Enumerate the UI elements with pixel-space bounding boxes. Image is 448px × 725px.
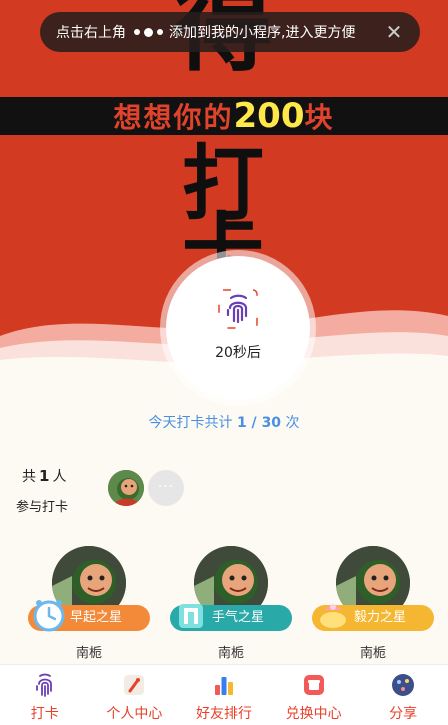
slogan-prefix: 想想你的: [113, 101, 234, 134]
gift-icon: [179, 604, 203, 628]
add-to-miniprogram-toast: 点击右上角 添加到我的小程序,进入更方便 ✕: [40, 12, 420, 52]
participant-label: 参与打卡: [16, 500, 69, 515]
summary-prefix: 今天打卡共计: [148, 415, 237, 431]
star-title: 毅力之星: [354, 610, 407, 625]
summary-total: 30: [261, 415, 282, 431]
bottom-tab-bar: 打卡 个人中心 好友排行 兑换中心 分享: [0, 664, 448, 725]
star-card-early[interactable]: 早起之星 南栀: [28, 546, 150, 666]
participant-avatar[interactable]: [108, 470, 144, 506]
summary-separator: /: [246, 415, 262, 431]
exchange-icon: [303, 675, 324, 695]
hero-slogan-stripe: 想想你的 200 块: [0, 96, 448, 136]
clock-icon: [33, 600, 65, 632]
star-winner-name: 南栀: [217, 646, 244, 661]
fingerprint-icon: [35, 673, 52, 697]
avatar-image: [108, 470, 144, 506]
share-icon: [392, 674, 415, 696]
more-dots-icon: [132, 27, 165, 37]
participant-number: 1: [39, 467, 50, 485]
tab-label: 打卡: [30, 706, 59, 722]
toast-text-after: 添加到我的小程序,进入更方便: [169, 25, 356, 41]
user-icon: [124, 675, 145, 695]
tab-punch[interactable]: 打卡: [0, 665, 90, 725]
countdown-text: 20秒后: [215, 345, 261, 361]
fingerprint-icon: [218, 289, 258, 329]
close-icon[interactable]: ✕: [382, 20, 406, 44]
tab-personal-center[interactable]: 个人中心: [90, 665, 180, 725]
slogan-number: 200: [233, 96, 305, 136]
star-title: 早起之星: [70, 610, 123, 625]
punch-in-button[interactable]: 20秒后: [166, 256, 310, 400]
trophy-icon: [320, 604, 346, 628]
tab-friend-ranking[interactable]: 好友排行: [179, 665, 269, 725]
today-checkin-summary: 今天打卡共计 1 / 30 次: [0, 412, 448, 432]
participant-count: 共1人: [22, 466, 66, 486]
star-card-lucky[interactable]: 手气之星 南栀: [170, 546, 292, 666]
tab-label: 兑换中心: [285, 706, 342, 722]
summary-done: 1: [236, 415, 247, 431]
participant-prefix: 共: [22, 469, 36, 485]
more-participants-button[interactable]: ···: [148, 470, 184, 506]
tab-label: 个人中心: [106, 706, 163, 722]
slogan-suffix: 块: [304, 101, 335, 134]
tab-exchange-center[interactable]: 兑换中心: [269, 665, 359, 725]
star-winner-name: 南栀: [359, 646, 386, 661]
tab-label: 分享: [389, 706, 418, 722]
star-awards: 早起之星 南栀 手气之星 南栀 毅力之星 南栀: [0, 546, 448, 666]
star-title: 手气之星: [212, 610, 265, 625]
tab-label: 好友排行: [195, 706, 252, 722]
ranking-icon: [214, 677, 233, 695]
tab-share[interactable]: 分享: [358, 665, 448, 725]
summary-suffix: 次: [281, 415, 300, 431]
toast-text-before: 点击右上角: [56, 25, 126, 41]
star-card-perseverance[interactable]: 毅力之星 南栀: [312, 546, 434, 666]
star-winner-name: 南栀: [75, 646, 102, 661]
participant-unit: 人: [52, 469, 67, 485]
